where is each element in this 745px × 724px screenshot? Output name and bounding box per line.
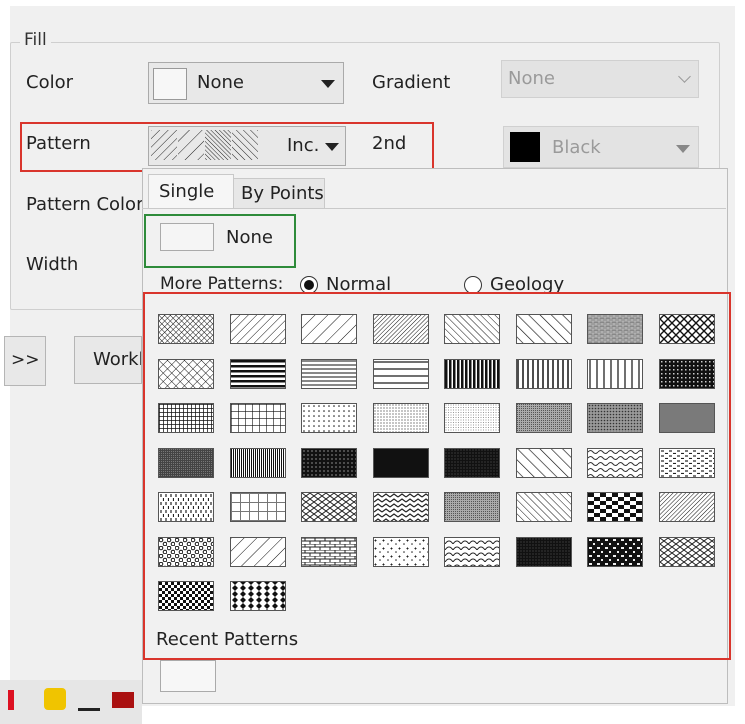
tab-by-points[interactable]: By Points xyxy=(233,178,325,209)
chevron-down-icon xyxy=(678,70,691,83)
chevron-down-icon xyxy=(676,145,690,153)
pattern-row-highlight xyxy=(20,122,434,172)
smiley-icon[interactable] xyxy=(44,688,66,710)
chevron-down-icon xyxy=(321,80,335,88)
bar-plot-icon[interactable] xyxy=(78,694,100,711)
recent-patterns-label: Recent Patterns xyxy=(156,629,299,650)
expand-button[interactable]: >> xyxy=(4,336,46,386)
second-color-value: Black xyxy=(552,137,601,158)
toolbar-strip xyxy=(0,680,142,724)
patterns-highlight xyxy=(143,292,731,660)
tab-divider xyxy=(142,208,726,209)
radio-geology[interactable] xyxy=(464,276,482,292)
gradient-dropdown[interactable]: None xyxy=(501,60,699,98)
red-app-icon[interactable] xyxy=(8,690,14,710)
more-patterns-label: More Patterns: xyxy=(160,274,284,292)
tab-single[interactable]: Single xyxy=(148,174,234,209)
color-swatch xyxy=(153,68,187,100)
pattern-color-label: Pattern Color xyxy=(26,194,144,215)
more-patterns-row: More Patterns: Normal Geology xyxy=(150,272,726,292)
radio-dot xyxy=(304,280,314,290)
radio-normal[interactable] xyxy=(300,276,318,292)
gradient-value: None xyxy=(508,68,555,89)
workbook-button[interactable]: Workb xyxy=(74,336,142,384)
none-option-highlight xyxy=(144,214,296,268)
gradient-label: Gradient xyxy=(372,72,451,93)
second-color-dropdown[interactable]: Black xyxy=(503,126,699,168)
recent-pattern-slot[interactable] xyxy=(160,660,216,692)
width-label: Width xyxy=(26,254,79,275)
column-plot-icon[interactable] xyxy=(112,692,134,708)
color-label: Color xyxy=(26,72,73,93)
fill-section-title: Fill xyxy=(20,30,51,50)
radio-normal-label: Normal xyxy=(326,274,392,292)
second-color-swatch xyxy=(510,132,540,162)
radio-geology-label: Geology xyxy=(490,274,565,292)
color-dropdown[interactable]: None xyxy=(148,62,344,104)
color-value: None xyxy=(197,72,244,93)
